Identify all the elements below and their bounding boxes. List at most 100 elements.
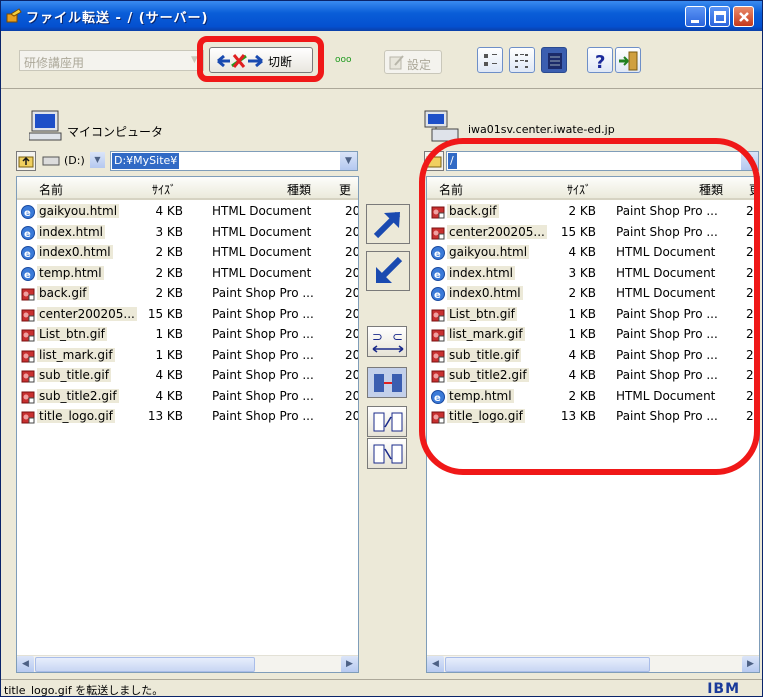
image-file-icon bbox=[21, 309, 35, 321]
table-row[interactable]: e temp.html 2 KB HTML Document 200 bbox=[17, 264, 358, 284]
table-row[interactable]: e index0.html 2 KB HTML Document 200 bbox=[17, 243, 358, 263]
image-file-icon bbox=[21, 411, 35, 424]
app-icon bbox=[6, 8, 22, 23]
maximize-button[interactable] bbox=[709, 6, 730, 27]
local-path-input[interactable]: D:¥MySite¥ ▼ bbox=[110, 151, 358, 171]
file-size: 4 KB bbox=[155, 368, 183, 382]
local-path-value: D:¥MySite¥ bbox=[112, 153, 180, 169]
file-size: 2 KB bbox=[155, 265, 183, 280]
svg-text:e: e bbox=[24, 229, 31, 240]
close-button[interactable] bbox=[733, 6, 754, 27]
up-folder-icon bbox=[18, 156, 34, 168]
image-file-icon bbox=[21, 329, 35, 342]
table-row[interactable]: e index.html 3 KB HTML Document 200 bbox=[17, 223, 358, 243]
file-type: Paint Shop Pro ... bbox=[212, 409, 314, 423]
table-row[interactable]: List_btn.gif 1 KB Paint Shop Pro ... 200 bbox=[17, 325, 358, 345]
table-row[interactable]: title_logo.gif 13 KB Paint Shop Pro ... 200 bbox=[17, 407, 358, 427]
column-header-size[interactable]: ｻｲｽﾞ bbox=[152, 181, 176, 198]
file-name: sub_title2.gif bbox=[37, 388, 119, 403]
file-size: 15 KB bbox=[147, 306, 183, 321]
compare-arrows-icon: ⊃ ⊂ bbox=[372, 330, 404, 353]
up-folder-button[interactable] bbox=[16, 151, 36, 171]
sort-date-button[interactable] bbox=[367, 438, 407, 469]
help-icon: ? bbox=[595, 52, 605, 73]
settings-button[interactable]: 設定 bbox=[384, 50, 442, 74]
exit-button[interactable] bbox=[615, 47, 641, 73]
details-view-icon bbox=[548, 53, 562, 69]
drive-dropdown-button[interactable]: ▼ bbox=[90, 152, 105, 168]
sort-name-button[interactable] bbox=[367, 367, 407, 398]
status-message: title_logo.gif を転送しました。 bbox=[4, 684, 164, 697]
sort-size-button[interactable] bbox=[367, 406, 407, 437]
table-row[interactable]: e gaikyou.html 4 KB HTML Document 200 bbox=[17, 202, 358, 222]
window-title: ファイル転送 - / (サーバー) bbox=[26, 11, 209, 26]
file-date: 200 bbox=[345, 204, 358, 218]
edit-icon bbox=[389, 55, 404, 70]
drive-icon bbox=[42, 156, 60, 166]
sort-icon bbox=[374, 374, 402, 392]
file-name: index.html bbox=[37, 224, 105, 239]
sort-icon bbox=[373, 444, 403, 464]
exit-door-icon bbox=[619, 51, 638, 71]
local-file-list[interactable]: 名前 ｻｲｽﾞ 種類 更 e gaikyou.html 4 KB HTML Docum… bbox=[16, 176, 359, 673]
scroll-left-button[interactable]: ◀ bbox=[427, 656, 444, 672]
details-view-button[interactable] bbox=[541, 47, 567, 73]
svg-text:⊂: ⊂ bbox=[392, 330, 403, 345]
file-type: Paint Shop Pro ... bbox=[212, 368, 314, 382]
arrow-down-left-icon bbox=[375, 256, 403, 284]
file-name: gaikyou.html bbox=[37, 204, 120, 218]
drive-label: (D:) bbox=[64, 154, 85, 167]
scroll-right-button[interactable]: ▶ bbox=[742, 656, 759, 672]
site-combo-value: 研修講座用 bbox=[24, 56, 85, 70]
small-icons-view-button[interactable] bbox=[509, 47, 535, 73]
remote-server-name: iwa01sv.center.iwate-ed.jp bbox=[468, 123, 615, 136]
arrow-up-right-icon bbox=[373, 211, 401, 239]
sync-compare-button[interactable]: ⊃ ⊂ bbox=[367, 326, 407, 357]
file-name: title_logo.gif bbox=[37, 409, 115, 423]
file-type: HTML Document bbox=[212, 224, 312, 239]
disconnect-icon bbox=[217, 54, 263, 68]
chevron-down-icon[interactable]: ▼ bbox=[340, 152, 357, 170]
scroll-thumb[interactable] bbox=[35, 657, 255, 672]
svg-text:e: e bbox=[24, 270, 31, 281]
local-horizontal-scrollbar[interactable]: ◀ ▶ bbox=[17, 655, 358, 672]
large-icons-view-button[interactable] bbox=[477, 47, 503, 73]
download-button[interactable] bbox=[366, 251, 410, 291]
file-name: list_mark.gif bbox=[37, 347, 115, 362]
html-file-icon: e bbox=[21, 266, 35, 281]
help-button[interactable]: ? bbox=[587, 47, 613, 73]
file-date: 200 bbox=[345, 388, 358, 403]
table-row[interactable]: list_mark.gif 1 KB Paint Shop Pro ... 200 bbox=[17, 346, 358, 366]
table-row[interactable]: back.gif 2 KB Paint Shop Pro ... 200 bbox=[17, 284, 358, 304]
column-header-type[interactable]: 種類 bbox=[287, 181, 311, 198]
upload-button[interactable] bbox=[366, 204, 410, 244]
file-size: 1 KB bbox=[155, 347, 183, 362]
table-row[interactable]: center200205... 15 KB Paint Shop Pro ... 20… bbox=[17, 305, 358, 325]
file-name: sub_title.gif bbox=[37, 368, 111, 382]
table-row[interactable]: sub_title2.gif 4 KB Paint Shop Pro ... 200 bbox=[17, 387, 358, 407]
scroll-left-button[interactable]: ◀ bbox=[17, 656, 34, 672]
small-icons-icon bbox=[515, 54, 528, 68]
site-combo[interactable]: 研修講座用 ▼ bbox=[19, 50, 204, 71]
svg-text:e: e bbox=[24, 208, 31, 219]
file-type: HTML Document bbox=[212, 204, 312, 218]
local-list-header: 名前 ｻｲｽﾞ 種類 更 bbox=[17, 177, 358, 200]
toolbar: 研修講座用 ▼ 切断 ooo 設定 ? bbox=[1, 31, 762, 89]
file-size: 2 KB bbox=[155, 245, 183, 259]
remote-horizontal-scrollbar[interactable]: ◀ ▶ bbox=[427, 655, 759, 672]
scroll-thumb[interactable] bbox=[445, 657, 650, 672]
connection-status-indicator: ooo bbox=[335, 55, 352, 65]
disconnect-button[interactable]: 切断 bbox=[209, 47, 313, 73]
minimize-button[interactable] bbox=[685, 6, 706, 27]
file-size: 13 KB bbox=[147, 409, 183, 423]
file-type: Paint Shop Pro ... bbox=[212, 306, 314, 321]
svg-text:?: ? bbox=[595, 52, 605, 73]
file-name: center200205... bbox=[37, 306, 137, 321]
column-header-date[interactable]: 更 bbox=[339, 181, 351, 198]
column-header-name[interactable]: 名前 bbox=[39, 181, 63, 198]
title-bar[interactable]: ファイル転送 - / (サーバー) bbox=[1, 1, 762, 31]
image-file-icon bbox=[21, 288, 35, 301]
file-name: List_btn.gif bbox=[37, 327, 107, 341]
scroll-right-button[interactable]: ▶ bbox=[341, 656, 358, 672]
table-row[interactable]: sub_title.gif 4 KB Paint Shop Pro ... 200 bbox=[17, 366, 358, 386]
